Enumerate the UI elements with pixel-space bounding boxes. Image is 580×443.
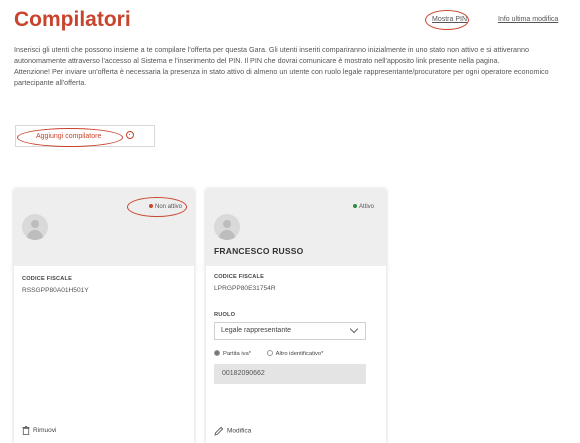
identifier-radio-group: Partita iva* Altro identificativo* <box>214 350 323 357</box>
remove-button[interactable]: Rimuovi <box>22 426 57 436</box>
partita-iva-input[interactable]: 00182090662 <box>214 364 366 384</box>
add-compiler-button[interactable]: Aggiungi compilatore <box>36 133 101 140</box>
fiscal-code-label: CODICE FISCALE <box>22 276 73 282</box>
fiscal-code-value: RSSGPP80A01H501Y <box>22 287 89 294</box>
card-header: Non attivo <box>14 188 194 266</box>
page-title: Compilatori <box>14 8 131 31</box>
status-label: Attivo <box>358 204 374 210</box>
trash-icon <box>22 426 30 436</box>
card-header: Attivo FRANCESCO RUSSO <box>206 188 386 266</box>
chevron-down-icon <box>349 324 359 334</box>
intro-paragraph: Inserisci gli utenti che possono insieme… <box>14 45 530 65</box>
radio-partita-iva-label: Partita iva* <box>223 350 252 357</box>
show-pin-link[interactable]: Mostra PIN <box>432 16 467 23</box>
status-dot-icon <box>148 204 153 209</box>
avatar-icon <box>214 214 240 240</box>
edit-button[interactable]: Modifica <box>214 426 251 436</box>
radio-partita-iva[interactable]: Partita iva* <box>214 350 252 357</box>
radio-off-icon <box>266 350 273 356</box>
role-label: RUOLO <box>214 312 236 318</box>
avatar-icon <box>22 214 48 240</box>
role-select-value: Legale rappresentante <box>221 327 292 334</box>
remove-label: Rimuovi <box>33 427 57 435</box>
edit-label: Modifica <box>227 427 252 435</box>
status-badge: Non attivo <box>148 204 182 210</box>
warning-paragraph: Attenzione! Per inviare un'offerta è nec… <box>14 67 549 87</box>
fiscal-code-label: CODICE FISCALE <box>214 274 265 280</box>
status-label: Non attivo <box>154 204 182 210</box>
add-plus-icon[interactable] <box>126 131 134 139</box>
role-select[interactable]: Legale rappresentante <box>214 322 366 340</box>
radio-altro-identificativo[interactable]: Altro identificativo* <box>266 350 324 357</box>
pencil-icon <box>214 426 224 436</box>
compiler-card: Non attivo CODICE FISCALE RSSGPP80A01H50… <box>14 188 194 443</box>
status-dot-icon <box>352 204 357 209</box>
compiler-card: Attivo FRANCESCO RUSSO CODICE FISCALE LP… <box>206 188 386 443</box>
last-edit-info-link[interactable]: Info ultima modifica <box>498 16 558 23</box>
radio-altro-label: Altro identificativo* <box>275 350 324 357</box>
compiler-name: FRANCESCO RUSSO <box>214 246 304 256</box>
status-badge: Attivo <box>352 204 374 210</box>
radio-on-icon <box>214 350 220 356</box>
intro-text: Inserisci gli utenti che possono insieme… <box>14 44 570 88</box>
fiscal-code-value: LPRGPP80E31754R <box>214 285 276 292</box>
